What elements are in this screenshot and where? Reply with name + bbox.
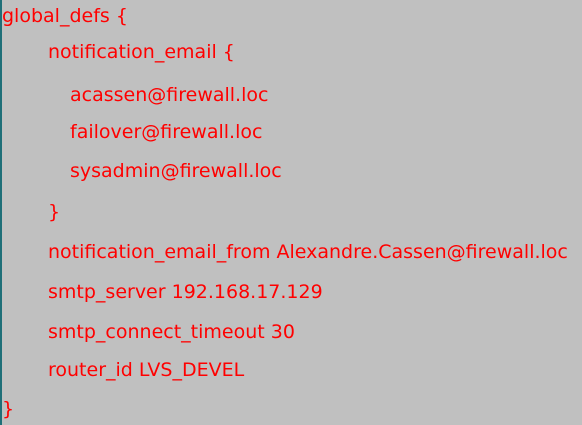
code-line-close-notification-email: } — [48, 201, 61, 223]
code-block: global_defs { notification_email { acass… — [0, 0, 582, 425]
code-line-router-id: router_id LVS_DEVEL — [48, 359, 245, 381]
code-line-smtp-server: smtp_server 192.168.17.129 — [48, 281, 323, 303]
code-line-smtp-connect-timeout: smtp_connect_timeout 30 — [48, 321, 295, 343]
code-line-email-sysadmin: sysadmin@firewall.loc — [70, 160, 282, 182]
code-line-email-failover: failover@firewall.loc — [70, 121, 263, 143]
code-line-close-global-defs: } — [2, 398, 15, 420]
code-line-global-defs: global_defs { — [2, 5, 128, 27]
code-line-email-acassen: acassen@firewall.loc — [70, 84, 269, 106]
code-line-notification-email: notification_email { — [48, 41, 235, 63]
code-line-notification-email-from: notification_email_from Alexandre.Cassen… — [48, 241, 568, 263]
